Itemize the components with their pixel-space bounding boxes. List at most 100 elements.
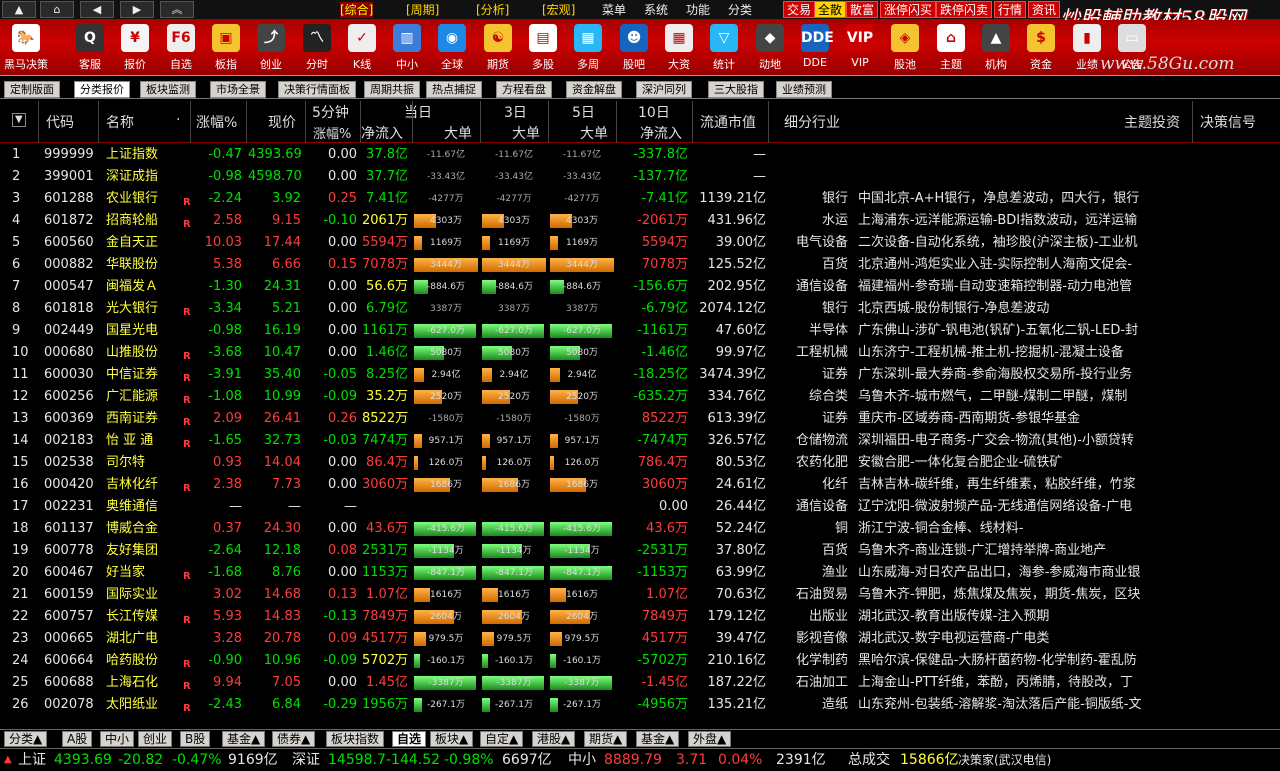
market-tab-5[interactable]: 基金▲ [222, 731, 266, 747]
column-header-10day-inflow[interactable]: 净流入 [640, 123, 682, 143]
column-header-5day[interactable]: 5日 [572, 102, 595, 122]
view-tab-10[interactable]: 三大股指 [708, 81, 764, 98]
view-tab-6[interactable]: 热点捕捉 [426, 81, 482, 98]
view-tab-7[interactable]: 方程看盘 [496, 81, 552, 98]
view-tab-9[interactable]: 深沪同列 [636, 81, 692, 98]
table-row[interactable]: 21 600159 国际实业 3.02 14.68 0.13 1.07亿 1.07亿 70.63… [0, 584, 1280, 606]
column-header-change[interactable]: 涨幅% [196, 112, 237, 132]
table-row[interactable]: 24 600664 哈药股份 -0.90 10.96 -0.09 5702万 -5702万 21… [0, 650, 1280, 672]
market-tab-7[interactable]: 板块指数 [326, 731, 385, 747]
toolbar-button-7[interactable]: ✓ K线 [340, 22, 384, 74]
column-header-5day-big[interactable]: 大单 [580, 123, 608, 143]
table-row[interactable]: 11 600030 中信证券 -3.91 35.40 -0.05 8.25亿 -18.25亿 3… [0, 364, 1280, 386]
view-tab-3[interactable]: 市场全景 [210, 81, 266, 98]
quick-tab-0[interactable]: 交易 [783, 1, 816, 18]
table-row[interactable]: 10 000680 山推股份 -3.68 10.47 0.00 1.46亿 -1.46亿 99.… [0, 342, 1280, 364]
table-row[interactable]: 2 399001 深证成指 -0.98 4598.70 0.00 37.7亿 -137.7亿 —… [0, 166, 1280, 188]
view-tab-2[interactable]: 板块监测 [140, 81, 196, 98]
toolbar-button-14[interactable]: ▦ 大资 [657, 22, 701, 74]
market-tab-4[interactable]: B股 [180, 731, 211, 747]
table-row[interactable]: 26 002078 太阳纸业 -2.43 6.84 -0.29 1956万 -4956万 135… [0, 694, 1280, 716]
toolbar-button-3[interactable]: F6 自选 [159, 22, 203, 74]
quick-tab-5[interactable]: 行情 [994, 1, 1027, 18]
market-tab-9[interactable]: 板块▲ [430, 731, 474, 747]
column-header-name[interactable]: 名称 [106, 112, 134, 132]
toolbar-button-5[interactable]: ⤴ 创业 [249, 22, 293, 74]
menu-item-7[interactable]: 分类 [728, 2, 752, 18]
table-row[interactable]: 17 002231 奥维通信 — — — 0.00 26.44亿 通信设备 辽宁沈阳-微波射频产品… [0, 496, 1280, 518]
toolbar-button-20[interactable]: ⌂ 主题 [929, 22, 973, 74]
home-icon[interactable]: ⌂ [40, 1, 74, 18]
toolbar-button-10[interactable]: ☯ 期货 [476, 22, 520, 74]
market-tab-1[interactable]: A股 [62, 731, 93, 747]
view-tab-11[interactable]: 业绩预测 [776, 81, 832, 98]
table-row[interactable]: 15 002538 司尔特 0.93 14.04 0.00 86.4万 786.4万 80.53… [0, 452, 1280, 474]
sort-dropdown-icon[interactable]: ▼ [12, 113, 26, 127]
view-tab-5[interactable]: 周期共振 [364, 81, 420, 98]
table-row[interactable]: 3 601288 农业银行 -2.24 3.92 0.25 7.41亿 -7.41亿 1139.… [0, 188, 1280, 210]
menu-item-5[interactable]: 系统 [644, 2, 668, 18]
table-row[interactable]: 6 000882 华联股份 5.38 6.66 0.15 7078万 7078万 125.52亿… [0, 254, 1280, 276]
column-header-5min[interactable]: 5分钟 [312, 102, 349, 122]
back-icon[interactable]: ◀ [80, 1, 114, 18]
menu-toggle-icon[interactable]: ▲ [2, 1, 36, 18]
table-row[interactable]: 20 600467 好当家 -1.68 8.76 0.00 1153万 -1153万 63.99… [0, 562, 1280, 584]
view-tab-1[interactable]: 分类报价 [74, 81, 130, 98]
view-tab-4[interactable]: 决策行情面板 [278, 81, 356, 98]
table-row[interactable]: 18 601137 博威合金 0.37 24.30 0.00 43.6万 43.6万 52.24… [0, 518, 1280, 540]
column-header-signal[interactable]: 决策信号 [1200, 112, 1256, 132]
table-row[interactable]: 19 600778 友好集团 -2.64 12.18 0.08 2531万 -2531万 37.… [0, 540, 1280, 562]
toolbar-button-12[interactable]: ▦ 多周 [566, 22, 610, 74]
market-tab-8[interactable]: 自选 [392, 731, 427, 747]
toolbar-button-17[interactable]: DDE DDE [793, 22, 837, 74]
market-tab-0[interactable]: 分类▲ [4, 731, 48, 747]
market-tab-12[interactable]: 期货▲ [584, 731, 628, 747]
toolbar-button-8[interactable]: ▥ 中小 [385, 22, 429, 74]
forward-icon[interactable]: ▶ [120, 1, 154, 18]
toolbar-button-13[interactable]: ☻ 股吧 [612, 22, 656, 74]
menu-item-0[interactable]: [综合] [340, 2, 374, 18]
column-header-today-inflow[interactable]: 净流入 [361, 123, 403, 143]
table-row[interactable]: 8 601818 光大银行 -3.34 5.21 0.00 6.79亿 -6.79亿 2074.… [0, 298, 1280, 320]
table-row[interactable]: 14 002183 怡 亚 通 -1.65 32.73 -0.03 7474万 -7474万 3… [0, 430, 1280, 452]
toolbar-button-21[interactable]: ▲ 机构 [974, 22, 1018, 74]
collapse-icon[interactable]: ︽ [160, 1, 194, 18]
table-row[interactable]: 5 600560 金自天正 10.03 17.44 0.00 5594万 5594万 39.00… [0, 232, 1280, 254]
quick-tab-2[interactable]: 散富 [846, 1, 879, 18]
toolbar-button-0[interactable]: 🐎 黑马决策 [4, 22, 48, 74]
toolbar-button-22[interactable]: $ 资金 [1019, 22, 1063, 74]
column-header-today[interactable]: 当日 [404, 102, 432, 122]
quick-tab-3[interactable]: 涨停闪买 [880, 1, 937, 18]
market-tab-2[interactable]: 中小 [100, 731, 135, 747]
table-row[interactable]: 23 000665 湖北广电 3.28 20.78 0.09 4517万 4517万 39.47… [0, 628, 1280, 650]
toolbar-button-1[interactable]: Q 客服 [68, 22, 112, 74]
column-header-theme[interactable]: 主题投资 [1124, 112, 1180, 132]
table-row[interactable]: 12 600256 广汇能源 -1.08 10.99 -0.09 35.2万 -635.2万 3… [0, 386, 1280, 408]
menu-item-1[interactable]: [周期] [406, 2, 439, 18]
table-row[interactable]: 7 000547 闽福发Ａ -1.30 24.31 0.00 56.6万 -156.6万 202… [0, 276, 1280, 298]
table-row[interactable]: 1 999999 上证指数 -0.47 4393.69 0.00 37.8亿 -337.8亿 —… [0, 144, 1280, 166]
toolbar-button-2[interactable]: ¥ 报价 [113, 22, 157, 74]
column-header-industry[interactable]: 细分行业 [784, 112, 840, 132]
toolbar-button-19[interactable]: ◈ 股池 [883, 22, 927, 74]
toolbar-button-6[interactable]: 〽分时 [295, 22, 339, 74]
column-header-3day[interactable]: 3日 [504, 102, 527, 122]
toolbar-button-18[interactable]: VIP VIP [838, 22, 882, 74]
table-row[interactable]: 22 600757 长江传媒 5.93 14.83 -0.13 7849万 7849万 179.… [0, 606, 1280, 628]
column-header-code[interactable]: 代码 [46, 112, 74, 132]
table-row[interactable]: 25 600688 上海石化 9.94 7.05 0.00 1.45亿 -1.45亿 187.2… [0, 672, 1280, 694]
market-tab-10[interactable]: 自定▲ [480, 731, 524, 747]
column-header-price[interactable]: 现价 [268, 112, 296, 132]
table-row[interactable]: 9 002449 国星光电 -0.98 16.19 0.00 1161万 -1161万 47.6… [0, 320, 1280, 342]
column-header-10day[interactable]: 10日 [638, 102, 670, 122]
column-header-5min-change[interactable]: 涨幅% [313, 123, 351, 142]
view-tab-0[interactable]: 定制版面 [4, 81, 60, 98]
toolbar-button-15[interactable]: ▽ 统计 [702, 22, 746, 74]
quick-tab-6[interactable]: 资讯 [1028, 1, 1061, 18]
market-tab-14[interactable]: 外盘▲ [688, 731, 732, 747]
quick-tab-4[interactable]: 跌停闪卖 [936, 1, 993, 18]
table-row[interactable]: 4 601872 招商轮船 2.58 9.15 -0.10 2061万 -2061万 431.9… [0, 210, 1280, 232]
menu-item-3[interactable]: [宏观] [542, 2, 575, 18]
market-tab-13[interactable]: 基金▲ [636, 731, 680, 747]
market-tab-3[interactable]: 创业 [138, 731, 173, 747]
